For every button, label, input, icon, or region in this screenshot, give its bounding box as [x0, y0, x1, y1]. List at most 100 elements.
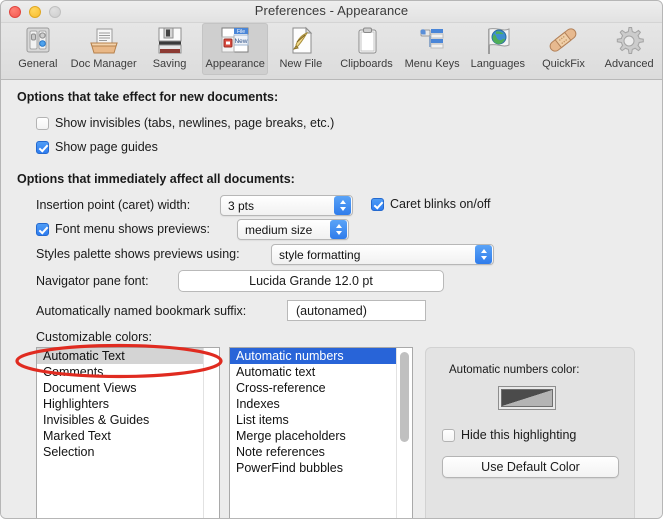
toolbar-item-quickfix[interactable]: QuickFix [531, 23, 597, 75]
menu-list-icon [420, 29, 444, 49]
document-pen-icon [292, 26, 313, 54]
show-page-guides-label: Show page guides [55, 140, 158, 154]
list-item[interactable]: Indexes [230, 396, 412, 412]
show-invisibles-label: Show invisibles (tabs, newlines, page br… [55, 116, 335, 130]
font-menu-previews-popup[interactable]: medium size [237, 219, 349, 240]
show-page-guides-checkbox-row[interactable]: Show page guides [36, 140, 158, 154]
window-file-icon: File New [221, 27, 249, 53]
category-label: Highlighters [43, 397, 110, 411]
font-menu-previews-checkbox-row[interactable]: Font menu shows previews: [36, 222, 210, 236]
font-menu-previews-label: Font menu shows previews: [55, 222, 210, 236]
bookmark-suffix-field[interactable]: (autonamed) [287, 300, 426, 321]
show-invisibles-checkbox-row[interactable]: Show invisibles (tabs, newlines, page br… [36, 116, 334, 130]
toolbar-label-doc-manager: Doc Manager [70, 58, 137, 70]
navigator-font-label: Navigator pane font: [36, 274, 149, 288]
toolbar-item-advanced[interactable]: Advanced [596, 23, 662, 75]
bookmark-suffix-value: (autonamed) [296, 303, 367, 318]
toolbar-label-new-file: New File [279, 58, 323, 70]
toolbar-item-appearance[interactable]: File New Appearance [202, 23, 269, 75]
styles-palette-value: style formatting [279, 247, 361, 262]
list-item[interactable]: Marked Text [37, 428, 219, 444]
toolbar-item-clipboards[interactable]: Clipboards [334, 23, 400, 75]
item-label: List items [236, 413, 289, 427]
toolbar-label-clipboards: Clipboards [340, 58, 393, 70]
globe-flag-icon [488, 28, 510, 54]
hide-highlighting-checkbox[interactable] [442, 428, 455, 442]
category-label: Invisibles & Guides [43, 413, 150, 427]
items-scrollbar[interactable] [396, 348, 412, 518]
show-invisibles-checkbox[interactable] [36, 116, 49, 130]
list-item[interactable]: Comments [37, 364, 219, 380]
item-label: Cross-reference [236, 381, 326, 395]
chevron-updown-icon [330, 220, 347, 239]
toolbar-item-general[interactable]: General [5, 23, 71, 75]
color-detail-label: Automatic numbers color: [449, 364, 580, 376]
list-item[interactable]: Selection [37, 444, 219, 460]
toolbar-item-languages[interactable]: Languages [465, 23, 531, 75]
item-label: Automatic text [236, 365, 316, 379]
list-item[interactable]: PowerFind bubbles [230, 460, 412, 476]
caret-blinks-checkbox-row[interactable]: Caret blinks on/off [371, 197, 491, 211]
window-titlebar: Preferences - Appearance [1, 1, 662, 23]
toolbar-item-saving[interactable]: Saving [137, 23, 203, 75]
list-item[interactable]: Cross-reference [230, 380, 412, 396]
bookmark-suffix-label: Automatically named bookmark suffix: [36, 304, 247, 318]
sliders-icon [26, 27, 50, 53]
list-item[interactable]: Merge placeholders [230, 428, 412, 444]
category-label: Selection [43, 445, 95, 459]
new-documents-heading: Options that take effect for new documen… [17, 90, 279, 104]
caret-width-label: Insertion point (caret) width: [36, 198, 191, 212]
chevron-updown-icon [334, 196, 351, 215]
preferences-toolbar: General Doc Manager Saving File New Appe… [1, 23, 662, 80]
category-label: Automatic Text [43, 349, 125, 363]
use-default-color-button[interactable]: Use Default Color [442, 456, 619, 478]
navigator-font-value: Lucida Grande 12.0 pt [249, 274, 373, 288]
category-label: Document Views [43, 381, 137, 395]
navigator-font-field[interactable]: Lucida Grande 12.0 pt [178, 270, 444, 292]
svg-text:New: New [235, 38, 248, 45]
list-item[interactable]: Note references [230, 444, 412, 460]
show-page-guides-checkbox[interactable] [36, 140, 49, 154]
caret-width-popup[interactable]: 3 pts [220, 195, 353, 216]
list-item[interactable]: Automatic text [230, 364, 412, 380]
bandage-icon [550, 28, 577, 52]
customizable-colors-heading: Customizable colors: [36, 330, 153, 344]
categories-scrollbar[interactable] [203, 348, 219, 518]
list-item[interactable]: List items [230, 412, 412, 428]
appearance-pane: Options that take effect for new documen… [1, 80, 662, 518]
file-tray-icon [89, 28, 118, 54]
font-menu-previews-checkbox[interactable] [36, 222, 49, 236]
hide-highlighting-checkbox-row[interactable]: Hide this highlighting [442, 428, 576, 442]
color-swatch[interactable] [498, 386, 556, 410]
toolbar-item-doc-manager[interactable]: Doc Manager [71, 23, 137, 75]
toolbar-label-saving: Saving [152, 58, 187, 70]
preferences-window: Preferences - Appearance General Doc Man… [0, 0, 663, 519]
toolbar-label-appearance: Appearance [205, 58, 265, 70]
item-label: PowerFind bubbles [236, 461, 344, 475]
color-categories-list[interactable]: Automatic Text Comments Document Views H… [36, 347, 220, 518]
caret-blinks-label: Caret blinks on/off [390, 197, 491, 211]
styles-palette-popup[interactable]: style formatting [271, 244, 494, 265]
color-detail-panel: Automatic numbers color: Hide this highl… [425, 347, 635, 518]
caret-blinks-checkbox[interactable] [371, 197, 384, 211]
use-default-color-label: Use Default Color [481, 460, 580, 474]
gear-icon [616, 27, 644, 54]
list-item[interactable]: Automatic Text [37, 348, 219, 364]
color-items-list[interactable]: Automatic numbers Automatic text Cross-r… [229, 347, 413, 518]
list-item[interactable]: Invisibles & Guides [37, 412, 219, 428]
hide-highlighting-label: Hide this highlighting [461, 428, 577, 442]
list-item[interactable]: Highlighters [37, 396, 219, 412]
category-label: Comments [43, 365, 104, 379]
toolbar-item-new-file[interactable]: New File [268, 23, 334, 75]
items-scrollbar-thumb[interactable] [400, 352, 409, 442]
toolbar-label-languages: Languages [470, 58, 526, 70]
svg-text:File: File [237, 29, 245, 35]
toolbar-label-general: General [18, 58, 58, 70]
styles-palette-label: Styles palette shows previews using: [36, 247, 240, 261]
toolbar-label-quickfix: QuickFix [542, 58, 585, 70]
list-item[interactable]: Document Views [37, 380, 219, 396]
toolbar-item-menu-keys[interactable]: Menu Keys [399, 23, 465, 75]
list-item[interactable]: Automatic numbers [230, 348, 412, 364]
item-label: Automatic numbers [236, 349, 344, 363]
toolbar-label-menu-keys: Menu Keys [404, 58, 460, 70]
